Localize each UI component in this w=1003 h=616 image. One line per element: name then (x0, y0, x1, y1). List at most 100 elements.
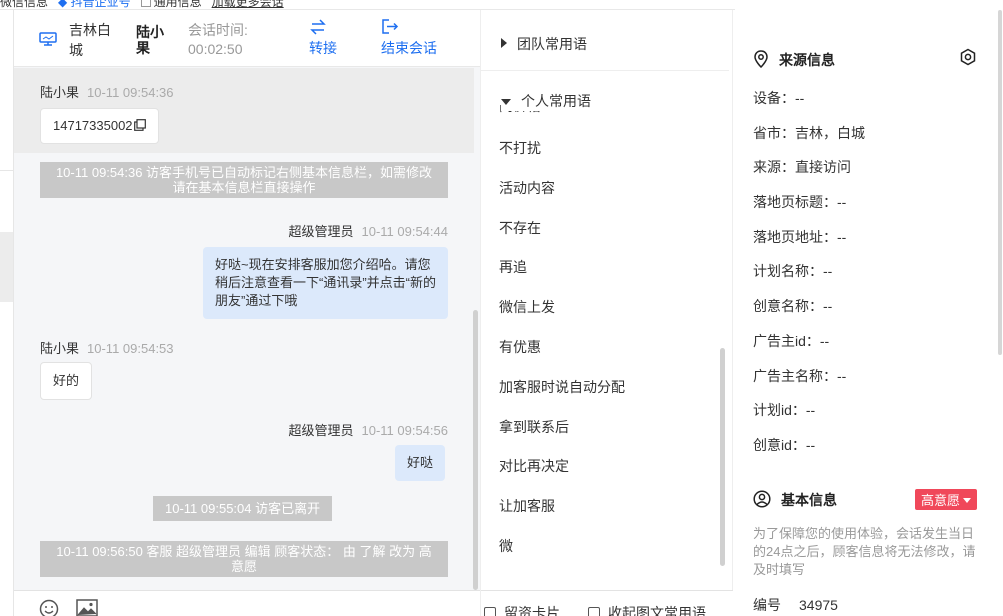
personal-phrases-label: 个人常用语 (521, 93, 591, 109)
top-strip: 微信信息 ◆ 抖音企业号 通用信息 加载更多会话 (0, 0, 735, 10)
top-item-douyin[interactable]: ◆ 抖音企业号 (58, 0, 131, 9)
field-landing-url: 落地页地址：-- (753, 228, 847, 245)
caret-right-icon (501, 38, 507, 48)
chat-scrollbar[interactable] (473, 310, 478, 590)
phrase-item[interactable]: 有优惠 (481, 328, 721, 368)
user-circle-icon (753, 490, 771, 508)
group-divider (481, 70, 729, 71)
chat-input-toolbar (14, 590, 480, 616)
phone-number-text: 14717335002 (53, 118, 133, 133)
edit-notice: 为了保障您的使用体验，会话发生当日的24点之后，顾客信息将无法修改，请及时填写 (753, 526, 976, 577)
sender-name: 超级管理员 (288, 423, 354, 438)
visitor-number-value: 34975 (799, 597, 838, 613)
top-item-general[interactable]: 通用信息 (140, 0, 202, 9)
field-advertiser-name: 广告主名称：-- (753, 367, 847, 384)
monitor-icon (39, 32, 57, 46)
top-item-general-label: 通用信息 (153, 0, 202, 9)
transfer-icon (310, 19, 326, 35)
message-list[interactable]: 陆小果 10-11 09:54:36 14717335002 10-11 09:5… (14, 68, 480, 590)
phrase-item[interactable]: 不打扰 (481, 129, 721, 169)
basic-info-label: 基本信息 (781, 492, 837, 508)
sender-name: 超级管理员 (288, 224, 354, 239)
field-province-city: 省市：吉林，白城 (753, 124, 865, 141)
phrase-item[interactable]: 让加客服 (481, 487, 721, 527)
system-message: 10-11 09:54:36 访客手机号已自动标记右侧基本信息栏，如需修改请在基… (40, 162, 448, 198)
source-info-title: 来源信息 (753, 50, 835, 70)
collapse-phrases-button[interactable]: 收起图文常用语 (588, 603, 706, 616)
field-landing-title: 落地页标题：-- (753, 194, 847, 211)
caret-down-icon (501, 99, 511, 105)
collapse-phrases-label: 收起图文常用语 (608, 605, 706, 616)
visitor-name: 陆小果 (136, 24, 164, 56)
emoji-icon[interactable] (39, 599, 59, 616)
top-item-wechat[interactable]: 微信信息 (0, 0, 48, 9)
phrases-toolbar: 留资卡片 收起图文常用语 (481, 590, 733, 616)
end-session-label: 结束会话 (381, 40, 437, 56)
top-item-load-more[interactable]: 加载更多会话 (212, 0, 284, 9)
sender-name: 陆小果 (40, 341, 80, 356)
phrase-item[interactable]: 拿到联系后 (481, 408, 721, 448)
basic-info-title: 基本信息 (753, 490, 837, 510)
message-time: 10-11 09:54:56 (361, 423, 449, 438)
phrase-item[interactable]: 再追 (481, 248, 721, 288)
location-pin-icon (754, 50, 768, 68)
settings-icon[interactable] (959, 48, 977, 66)
end-session-button[interactable]: 结束会话 (381, 18, 437, 58)
phrase-list: 不打扰 活动内容 不存在 再追 微信上发 有优惠 加客服时说自动分配 拿到联系后… (481, 129, 721, 567)
incoming-bubble-phone: 14717335002 (40, 108, 159, 144)
intent-status-dropdown[interactable]: 高意愿 (915, 489, 978, 510)
visitor-number-row: 编号 34975 (753, 595, 838, 615)
source-info-label: 来源信息 (779, 52, 835, 68)
message-time: 10-11 09:54:36 (87, 85, 174, 100)
phrase-item[interactable]: 不存在 (481, 209, 721, 249)
field-plan-name: 计划名称：-- (753, 263, 833, 280)
message-sender: 陆小果 10-11 09:54:36 (40, 82, 174, 101)
phrase-item[interactable]: 微 (481, 527, 721, 567)
sender-name: 陆小果 (40, 85, 80, 100)
session-time-value: 00:02:50 (188, 41, 243, 57)
quick-phrases-panel: 团队常用语 问价格 个人常用语 不打扰 活动内容 不存在 再追 微信上发 有优惠… (480, 10, 733, 616)
visitor-location: 吉林白城 (69, 22, 111, 58)
phrases-scrollbar[interactable] (720, 348, 725, 566)
field-creative-name: 创意名称：-- (753, 298, 833, 315)
phrase-item[interactable]: 微信上发 (481, 288, 721, 328)
session-time-label: 会话时间: (188, 22, 248, 38)
phrase-item[interactable]: 活动内容 (481, 169, 721, 209)
copy-icon[interactable] (133, 119, 146, 131)
message-sender: 超级管理员 10-11 09:54:44 (288, 221, 448, 240)
personal-phrases-group[interactable]: 个人常用语 (501, 91, 601, 111)
lead-card-button[interactable]: 留资卡片 (484, 603, 560, 616)
team-phrases-group[interactable]: 团队常用语 (501, 34, 587, 54)
system-message: 10-11 09:55:04 访客已离开 (153, 496, 333, 521)
phrase-item[interactable]: 加客服时说自动分配 (481, 368, 721, 408)
intent-status-label: 高意愿 (921, 493, 961, 508)
card-icon (484, 607, 496, 616)
lead-card-label: 留资卡片 (504, 605, 560, 616)
card-icon (588, 607, 600, 616)
app-root: 微信信息 ◆ 抖音企业号 通用信息 加载更多会话 吉林白城 陆小果 会话时间: … (0, 0, 1003, 616)
left-panel-divider (0, 170, 13, 230)
chat-panel: 吉林白城 陆小果 会话时间: 00:02:50 转接 结束会话 陆小果 10-1… (14, 10, 480, 616)
left-panel-selected-item[interactable] (0, 232, 13, 302)
info-scrollbar[interactable] (998, 10, 1002, 355)
field-device: 设备：-- (753, 90, 805, 106)
caret-down-icon (963, 498, 972, 503)
image-icon[interactable] (76, 599, 98, 616)
left-panel-edge (0, 10, 14, 616)
transfer-button[interactable]: 转接 (309, 18, 337, 58)
field-plan-id: 计划id：-- (753, 402, 816, 419)
visitor-info-panel: 来源信息 设备：-- 省市：吉林，白城 来源：直接访问 落地页标题：-- 落地页… (733, 10, 1003, 616)
exit-icon (382, 19, 399, 34)
message-time: 10-11 09:54:44 (361, 224, 449, 239)
transfer-label: 转接 (309, 40, 337, 56)
outgoing-bubble: 好哒 (395, 445, 446, 481)
top-item-douyin-label: 抖音企业号 (70, 0, 131, 9)
phrase-item[interactable]: 对比再决定 (481, 447, 721, 487)
field-advertiser-id: 广告主id：-- (753, 332, 830, 349)
system-message: 10-11 09:56:50 客服 超级管理员 编辑 顾客状态： 由 了解 改为… (40, 541, 448, 577)
message-sender: 超级管理员 10-11 09:54:56 (288, 420, 448, 439)
team-phrases-label: 团队常用语 (517, 36, 587, 52)
message-time: 10-11 09:54:53 (87, 341, 174, 356)
outgoing-bubble: 好哒~现在安排客服加您介绍哈。请您稍后注意查看一下“通讯录”并点击“新的朋友”通… (203, 247, 448, 319)
visitor-number-label: 编号 (753, 597, 781, 613)
